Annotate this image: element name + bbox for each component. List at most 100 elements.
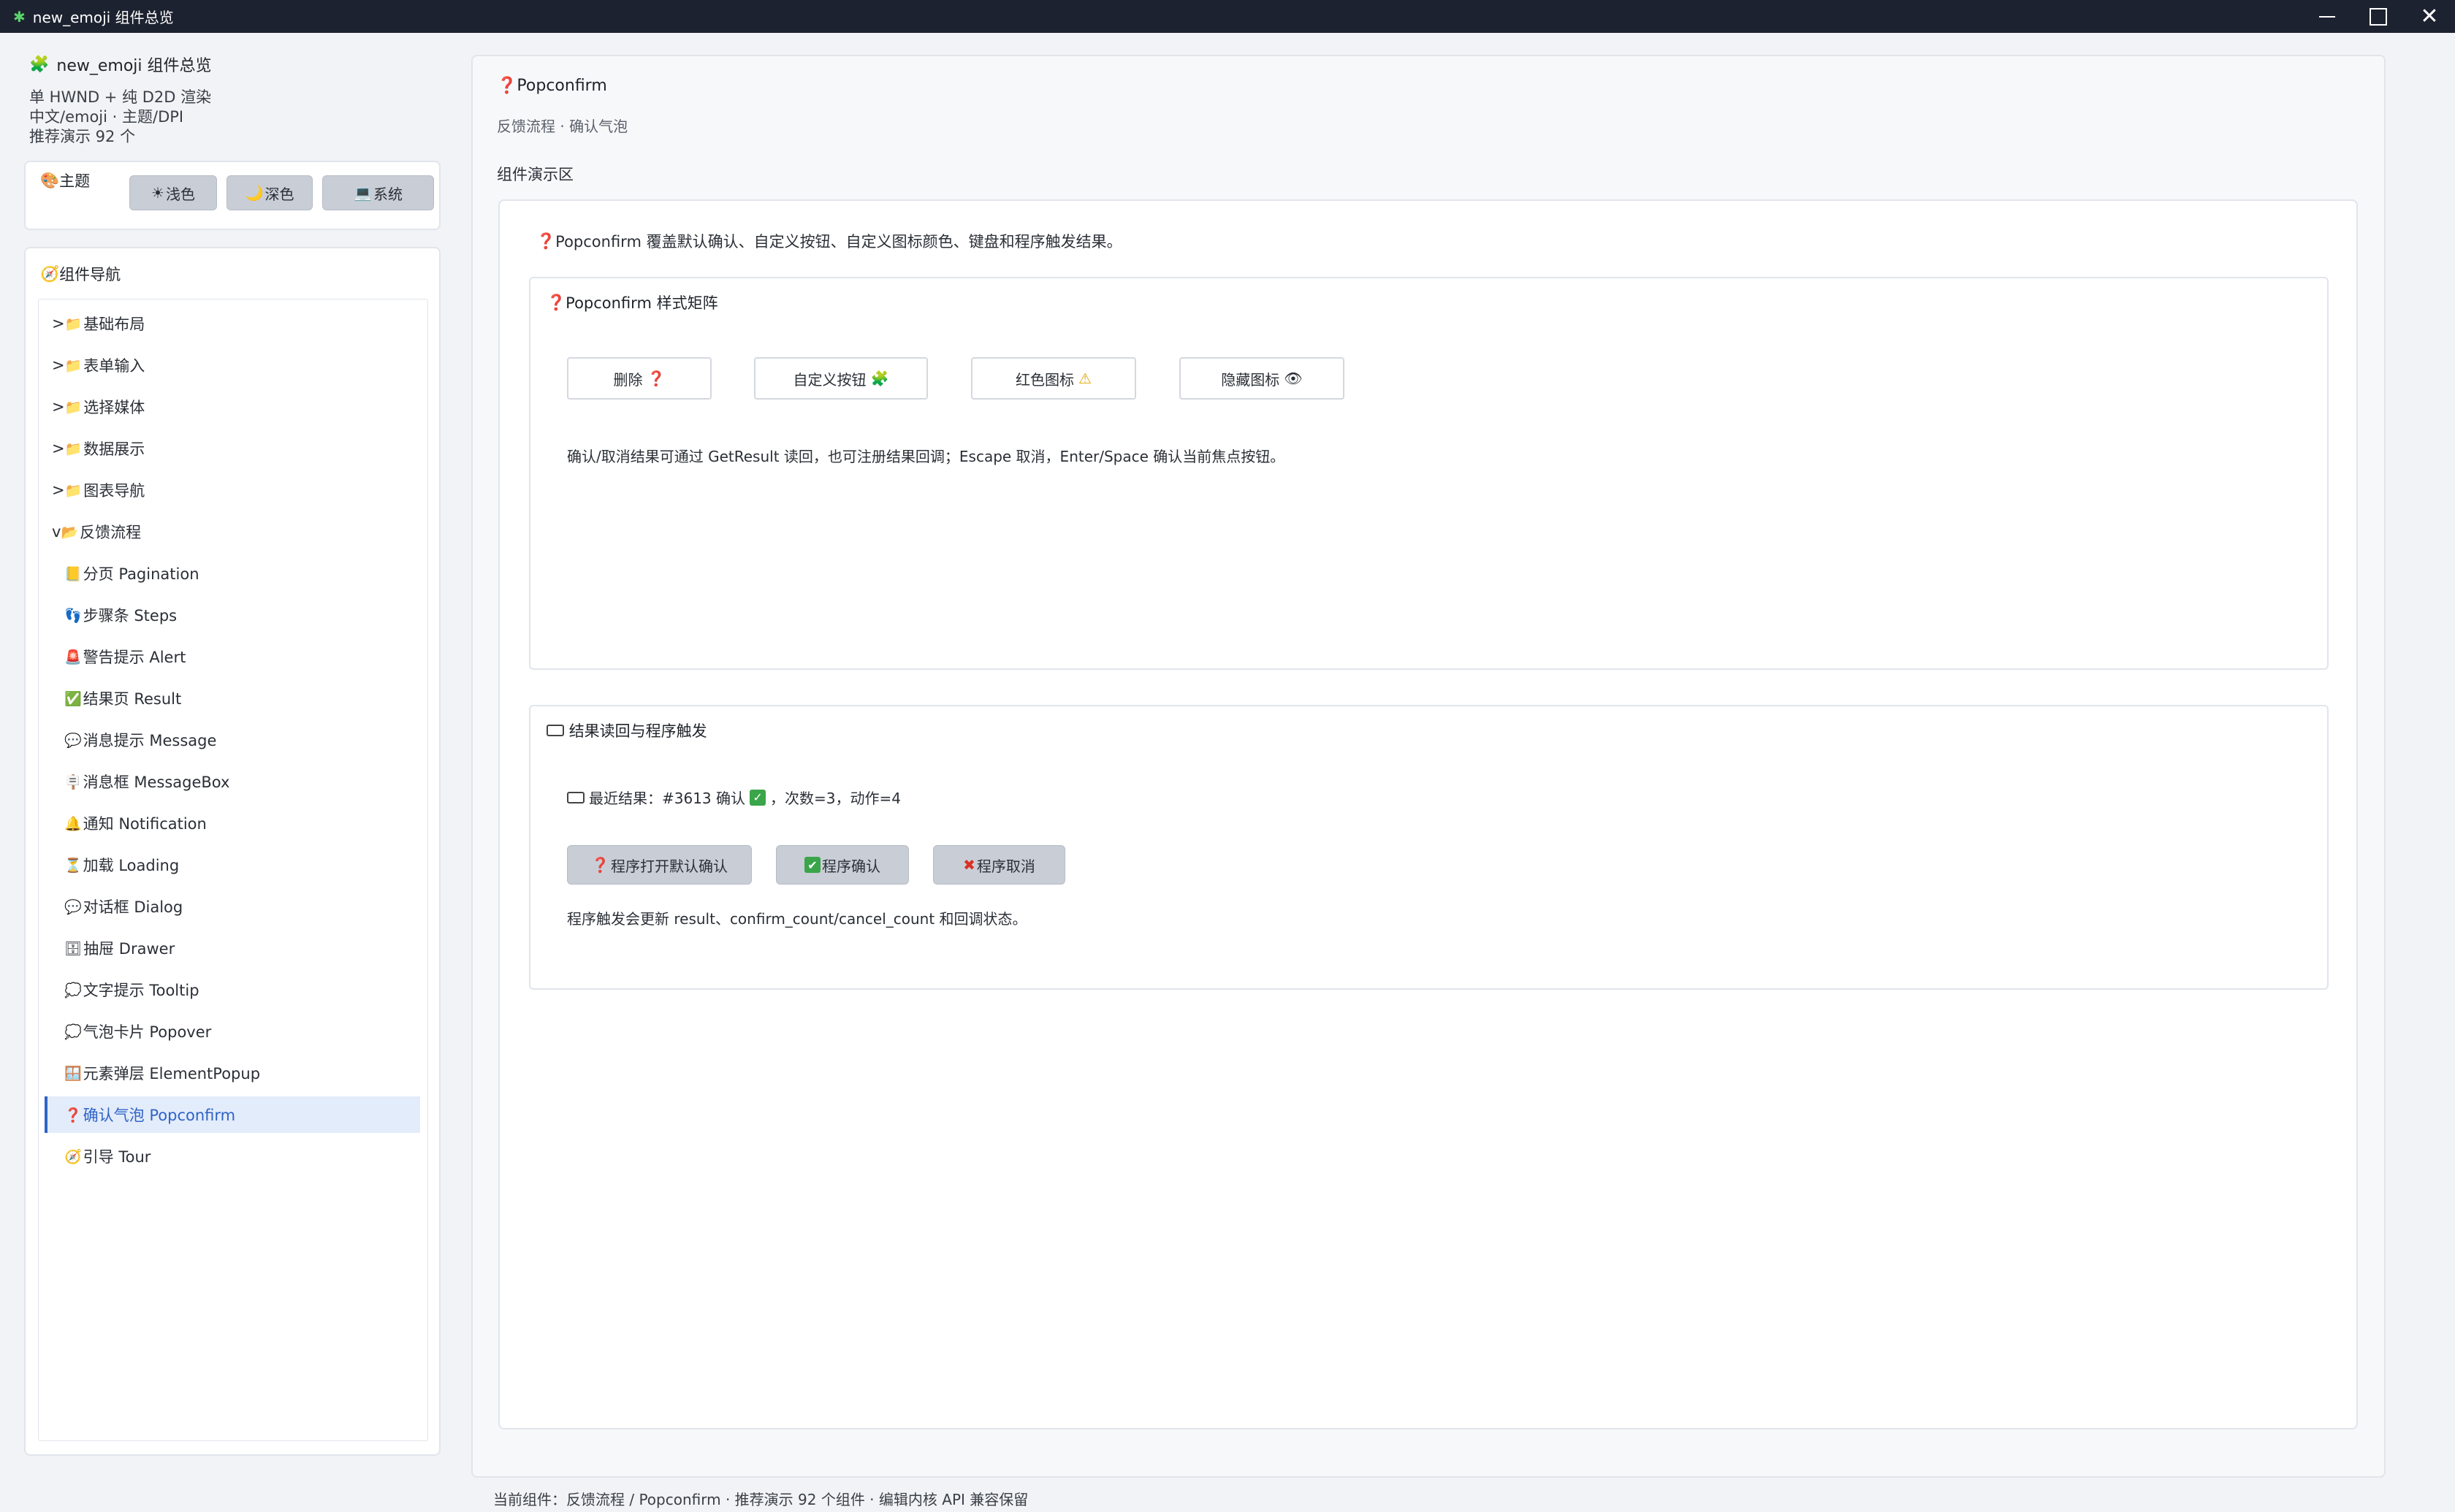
hide-icon-button[interactable]: 隐藏图标 👁 — [1179, 357, 1344, 400]
theme-dark-button[interactable]: 🌙 深色 — [227, 175, 313, 210]
main-content: ❓ Popconfirm 反馈流程 · 确认气泡 组件演示区 ❓ Popconf… — [471, 55, 2386, 1478]
nav-group-form[interactable]: > 📁 表单输入 — [39, 347, 416, 383]
nav-item-result[interactable]: ✅ 结果页 Result — [39, 680, 416, 717]
info-line: 单 HWND + 纯 D2D 渲染 — [29, 88, 212, 106]
window-title: new_emoji 组件总览 — [32, 9, 174, 26]
moon-icon: 🌙 — [245, 184, 264, 202]
question-icon: ❓ — [536, 232, 556, 250]
sun-icon: ☀ — [151, 184, 164, 202]
nav-group-data[interactable]: > 📁 数据展示 — [39, 430, 416, 467]
question-icon: ❓ — [591, 856, 609, 874]
nav-item-popconfirm[interactable]: ❓ 确认气泡 Popconfirm — [45, 1096, 420, 1133]
status-bar: 当前组件：反馈流程 / Popconfirm · 推荐演示 92 个组件 · 编… — [493, 1491, 1029, 1508]
palette-icon: 🎨 — [40, 171, 60, 189]
puzzle-icon: 🧩 — [29, 55, 50, 74]
nav-item-steps[interactable]: 👣 步骤条 Steps — [39, 597, 416, 633]
folder-icon: 📁 — [64, 316, 83, 332]
programmatic-confirm-button[interactable]: ✔ 程序确认 — [776, 845, 909, 885]
folder-open-icon: 📂 — [61, 524, 79, 541]
close-icon: ✕ — [2420, 3, 2439, 29]
page-title: ❓ Popconfirm — [497, 77, 607, 95]
nav-item-popover[interactable]: 💭 气泡卡片 Popover — [39, 1013, 416, 1050]
card-title: 结果读回与程序触发 — [547, 719, 707, 741]
theme-label: 🎨 主题 — [40, 171, 91, 191]
nav-label: 🧭 组件导航 — [40, 264, 121, 284]
result-card: 结果读回与程序触发 最近结果：#3613 确认 ✓ ，次数=3，动作=4 ❓ 程… — [529, 705, 2329, 990]
title-bar: ✱ new_emoji 组件总览 ✕ — [0, 0, 2455, 33]
thought-bubble-icon: 💭 — [64, 982, 82, 999]
folder-icon: 📁 — [64, 399, 83, 416]
placard-icon: 🪧 — [64, 774, 82, 790]
maximize-button[interactable] — [2353, 0, 2404, 33]
warning-icon: ⚠ — [1078, 370, 1092, 387]
nav-item-tour[interactable]: 🧭 引导 Tour — [39, 1138, 416, 1175]
app-title-text: new_emoji 组件总览 — [56, 57, 212, 75]
nav-item-elementpopup[interactable]: 🪟 元素弹层 ElementPopup — [39, 1055, 416, 1091]
theme-light-button[interactable]: ☀ 浅色 — [129, 175, 217, 210]
minimize-icon — [2319, 15, 2335, 18]
nav-tree[interactable]: > 📁 基础布局 > 📁 表单输入 > 📁 选择媒体 > 📁 数据展示 > 📁 图表导航 v 📂 反馈流… — [38, 299, 428, 1441]
info-line: 中文/emoji · 主题/DPI — [29, 108, 184, 126]
close-button[interactable]: ✕ — [2404, 0, 2455, 33]
theme-panel: 🎨 主题 ☀ 浅色 🌙 深色 💻 系统 — [24, 161, 441, 230]
style-matrix-description: 确认/取消结果可通过 GetResult 读回，也可注册结果回调；Escape … — [567, 448, 1285, 465]
question-icon: ❓ — [547, 293, 566, 311]
footprints-icon: 👣 — [64, 607, 82, 624]
folder-icon: 📁 — [64, 357, 83, 374]
maximize-icon — [2370, 7, 2387, 26]
result-description: 程序触发会更新 result、confirm_count/cancel_coun… — [567, 910, 1027, 928]
window-icon: 🪟 — [64, 1065, 82, 1082]
style-matrix-card: ❓ Popconfirm 样式矩阵 删除 ❓ 自定义按钮 🧩 红色图标 ⚠ 隐藏… — [529, 277, 2329, 670]
question-icon: ❓ — [647, 370, 666, 387]
question-icon: ❓ — [497, 77, 517, 95]
thought-bubble-icon: 💭 — [64, 1023, 82, 1040]
folder-icon: 📁 — [64, 482, 83, 499]
demo-area-label: 组件演示区 — [497, 166, 574, 183]
app-info: 单 HWND + 纯 D2D 渲染 中文/emoji · 主题/DPI 推荐演示… — [29, 88, 438, 147]
nav-item-tooltip[interactable]: 💭 文字提示 Tooltip — [39, 971, 416, 1008]
nav-group-chart[interactable]: > 📁 图表导航 — [39, 472, 416, 508]
keyboard-icon — [547, 725, 564, 736]
nav-item-drawer[interactable]: 🗄 抽屉 Drawer — [39, 930, 416, 966]
breadcrumb: 反馈流程 · 确认气泡 — [497, 118, 628, 135]
nav-group-media[interactable]: > 📁 选择媒体 — [39, 389, 416, 425]
check-icon: ✔ — [804, 857, 821, 873]
speech-bubble-icon: 💬 — [64, 732, 82, 749]
programmatic-open-button[interactable]: ❓ 程序打开默认确认 — [567, 845, 752, 885]
info-line: 推荐演示 92 个 — [29, 128, 136, 145]
puzzle-icon: ✱ — [13, 7, 26, 26]
delete-button[interactable]: 删除 ❓ — [567, 357, 712, 400]
nav-item-pagination[interactable]: 📒 分页 Pagination — [39, 555, 416, 592]
keyboard-icon — [567, 791, 585, 803]
programmatic-cancel-button[interactable]: ✖ 程序取消 — [933, 845, 1065, 885]
eye-icon: 👁 — [1284, 370, 1303, 387]
nav-group-layout[interactable]: > 📁 基础布局 — [39, 305, 416, 342]
nav-group-feedback[interactable]: v 📂 反馈流程 — [39, 513, 416, 550]
last-result: 最近结果：#3613 确认 ✓ ，次数=3，动作=4 — [567, 787, 901, 808]
nav-item-dialog[interactable]: 💬 对话框 Dialog — [39, 888, 416, 925]
nav-item-notification[interactable]: 🔔 通知 Notification — [39, 805, 416, 841]
check-box-icon: ✅ — [64, 690, 82, 707]
sidebar-header: 🧩 new_emoji 组件总览 单 HWND + 纯 D2D 渲染 中文/em… — [29, 51, 438, 147]
nav-item-message[interactable]: 💬 消息提示 Message — [39, 722, 416, 758]
nav-item-loading[interactable]: ⏳ 加载 Loading — [39, 847, 416, 883]
theme-system-button[interactable]: 💻 系统 — [322, 175, 434, 210]
laptop-icon: 💻 — [354, 184, 372, 202]
puzzle-icon: 🧩 — [870, 370, 889, 387]
nav-item-alert[interactable]: 🚨 警告提示 Alert — [39, 638, 416, 675]
cabinet-icon: 🗄 — [64, 940, 83, 957]
compass-icon: 🧭 — [64, 1148, 82, 1165]
card-title: ❓ Popconfirm 样式矩阵 — [547, 293, 718, 313]
minimize-button[interactable] — [2302, 0, 2353, 33]
folder-icon: 📁 — [64, 440, 83, 457]
cross-icon: ✖ — [963, 856, 975, 874]
hourglass-icon: ⏳ — [64, 857, 82, 874]
app-title: 🧩 new_emoji 组件总览 — [29, 51, 438, 77]
custom-button[interactable]: 自定义按钮 🧩 — [754, 357, 928, 400]
siren-icon: 🚨 — [64, 649, 82, 665]
check-icon: ✓ — [750, 789, 766, 806]
red-icon-button[interactable]: 红色图标 ⚠ — [971, 357, 1136, 400]
question-icon: ❓ — [64, 1107, 82, 1123]
nav-panel: 🧭 组件导航 > 📁 基础布局 > 📁 表单输入 > 📁 选择媒体 > 📁 数据展示 > 📁 图表导… — [24, 247, 441, 1456]
nav-item-messagebox[interactable]: 🪧 消息框 MessageBox — [39, 763, 416, 800]
